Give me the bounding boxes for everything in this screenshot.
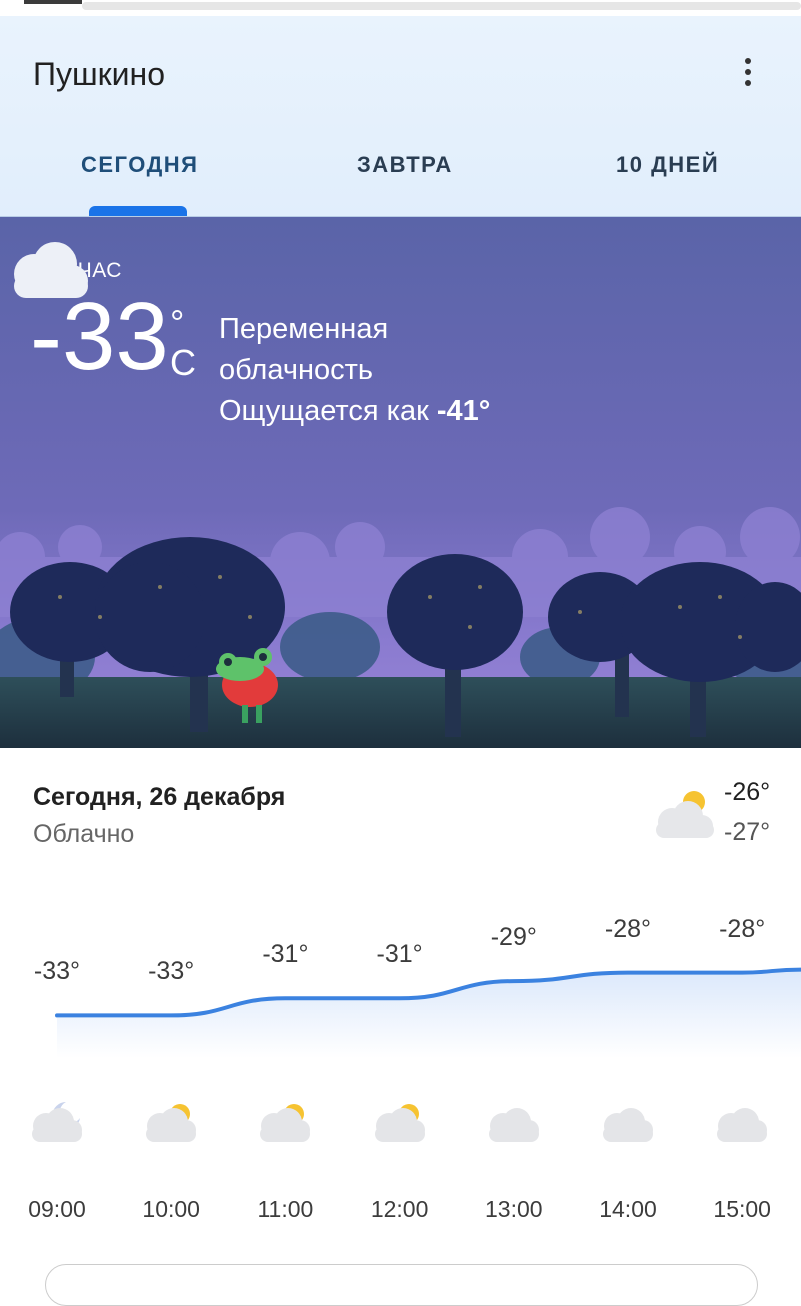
condition-line-1: Переменная xyxy=(219,313,389,345)
low-temperature: -27° xyxy=(724,818,771,846)
summary-condition: Облачно xyxy=(33,820,135,848)
tab-tomorrow[interactable]: ЗАВТРА xyxy=(357,152,453,178)
more-vert-icon[interactable] xyxy=(735,56,761,90)
night-cloud-icon xyxy=(32,1102,82,1142)
tab-10-days[interactable]: 10 ДНЕЙ xyxy=(616,152,719,178)
tab-today[interactable]: СЕГОДНЯ xyxy=(81,152,198,178)
bottom-sheet-handle xyxy=(45,1264,758,1306)
hour-temperature: -29° xyxy=(490,923,537,952)
feels-like-value: -41° xyxy=(436,395,491,427)
temperature-unit: C xyxy=(170,342,196,383)
current-description: Переменная облачность Ощущается как -41° xyxy=(219,309,579,432)
hour-time: 15:00 xyxy=(713,1196,771,1222)
cloud-icon xyxy=(603,1108,653,1142)
tab-active-indicator xyxy=(89,206,187,216)
sun-cloud-icon xyxy=(260,1104,311,1142)
status-line xyxy=(82,2,801,10)
app-header: Пушкино СЕГОДНЯ ЗАВТРА 10 ДНЕЙ xyxy=(0,16,801,217)
hour-time: 10:00 xyxy=(142,1196,200,1222)
high-temperature: -26° xyxy=(724,778,771,806)
temperature-graph xyxy=(55,967,801,1058)
hour-time: 09:00 xyxy=(28,1196,86,1222)
summary-date: Сегодня, 26 декабря xyxy=(33,783,286,811)
hour-temperature: -33° xyxy=(148,957,195,986)
hour-temperature: -28° xyxy=(719,914,766,943)
partly-cloudy-day-icon xyxy=(656,791,714,838)
sun-cloud-icon xyxy=(146,1104,197,1142)
feels-like-label: Ощущается как xyxy=(219,395,429,427)
hour-temperature: -31° xyxy=(376,940,423,969)
hour-temperature: -28° xyxy=(604,914,652,943)
today-summary: Сегодня, 26 декабря Облачно -26° -27° -3… xyxy=(0,748,801,1280)
feels-like: Ощущается как -41° xyxy=(219,391,579,432)
tab-bar: СЕГОДНЯ ЗАВТРА 10 ДНЕЙ xyxy=(0,142,801,216)
hour-temperature: -33° xyxy=(33,957,81,986)
status-strip xyxy=(0,0,801,16)
hour-time: 14:00 xyxy=(599,1196,657,1222)
cloud-icon xyxy=(717,1108,768,1142)
condition-line-2: облачность xyxy=(219,354,373,386)
cloud-icon xyxy=(488,1108,539,1142)
night-partly-cloudy-icon xyxy=(14,221,96,298)
status-nub xyxy=(24,0,82,4)
hour-temperature: -31° xyxy=(262,940,309,969)
hour-time: 13:00 xyxy=(485,1196,543,1222)
hour-time: 12:00 xyxy=(370,1196,429,1222)
hour-time: 11:00 xyxy=(257,1196,314,1222)
sun-cloud-icon xyxy=(374,1104,425,1142)
city-title: Пушкино xyxy=(33,56,166,92)
current-weather-hero: СЕЙЧАС -33 ° C Переменная облачность Ощу… xyxy=(0,217,801,748)
degree-symbol: ° xyxy=(170,302,185,343)
